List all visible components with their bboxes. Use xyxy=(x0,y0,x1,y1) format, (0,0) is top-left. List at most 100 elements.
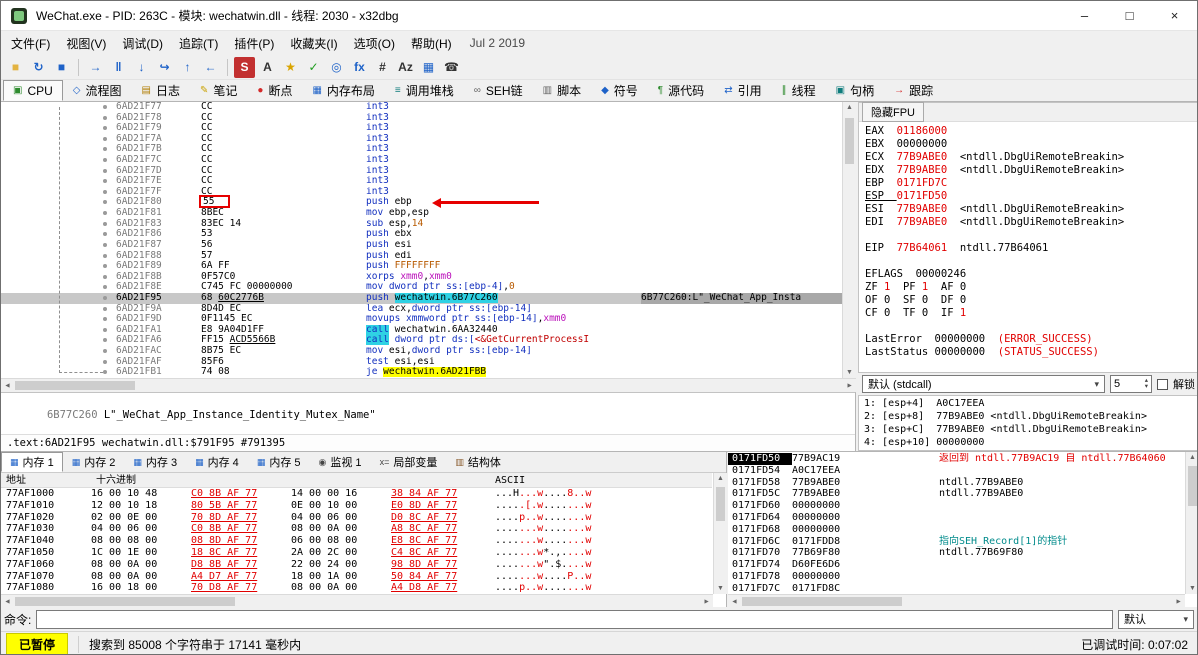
scylla-icon[interactable]: S xyxy=(234,56,255,78)
stack-row[interactable]: 0171FD60 00000000 xyxy=(728,500,1185,512)
stop-icon[interactable]: ■ xyxy=(51,57,72,78)
dump-row[interactable]: 77AF1050 1C 00 1E 00 18 8C AF 77 2A 00 2C 0… xyxy=(1,547,712,559)
disasm-horizontal-scrollbar[interactable] xyxy=(1,378,856,392)
unlock-checkbox[interactable] xyxy=(1157,378,1168,390)
tab-references[interactable]: ⇄ 引用 xyxy=(714,80,771,101)
stack-row[interactable]: 0171FD74 D60FE6D6 xyxy=(728,559,1185,571)
scrollbar-thumb[interactable] xyxy=(845,118,854,164)
dump-row[interactable]: 77AF1000 16 00 10 48 C0 8B AF 77 14 00 00 1… xyxy=(1,488,712,500)
scrollbar-thumb[interactable] xyxy=(15,597,235,606)
memory-map-icon[interactable]: ◎ xyxy=(326,57,347,78)
dump-row[interactable]: 77AF1030 04 00 06 00 C0 8B AF 77 08 00 0A 0… xyxy=(1,523,712,535)
tab-call-stack[interactable]: ≡ 调用堆栈 xyxy=(385,80,464,101)
argument-count-spinner[interactable]: 5 xyxy=(1110,375,1152,393)
patches-icon[interactable]: ✓ xyxy=(303,57,324,78)
register-row[interactable] xyxy=(865,255,1192,268)
hide-fpu-button[interactable]: 隐藏FPU xyxy=(862,102,924,122)
command-input[interactable] xyxy=(36,609,1113,629)
register-row[interactable]: ESI 77B9ABE0 <ntdll.DbgUiRemoteBreakin> xyxy=(865,203,1192,216)
stack-vertical-scrollbar[interactable] xyxy=(1185,452,1197,594)
step-over-icon[interactable]: ↪ xyxy=(154,57,175,78)
register-row[interactable]: EDX 77B9ABE0 <ntdll.DbgUiRemoteBreakin> xyxy=(865,164,1192,177)
register-row[interactable]: LastError 00000000 (ERROR_SUCCESS) xyxy=(865,333,1192,346)
pause-icon[interactable]: ‖ xyxy=(108,57,129,78)
register-row[interactable] xyxy=(865,229,1192,242)
dump-vertical-scrollbar[interactable] xyxy=(713,473,727,594)
dump-row[interactable]: 77AF1070 08 00 0A 00 A4 D7 AF 77 18 00 1A 0… xyxy=(1,571,712,583)
minimize-button[interactable]: – xyxy=(1062,1,1107,30)
tab-script[interactable]: ▥ 脚本 xyxy=(533,80,591,101)
stack-row[interactable]: 0171FD78 00000000 xyxy=(728,571,1185,583)
register-row[interactable]: OF 0 SF 0 DF 0 xyxy=(865,294,1192,307)
tab-memory-map[interactable]: ▦ 内存布局 xyxy=(302,80,384,101)
tab-threads[interactable]: ∥ 线程 xyxy=(772,80,826,101)
tab-notes[interactable]: ✎ 笔记 xyxy=(190,80,247,101)
step-back-icon[interactable]: ← xyxy=(200,57,221,78)
favourites-icon[interactable]: ★ xyxy=(280,57,301,78)
register-row[interactable]: EDI 77B9ABE0 <ntdll.DbgUiRemoteBreakin> xyxy=(865,216,1192,229)
register-row[interactable]: ZF 1 PF 1 AF 0 xyxy=(865,281,1192,294)
open-file-icon[interactable]: ■ xyxy=(5,57,26,78)
menu-item-t[interactable]: 追踪(T) xyxy=(171,32,226,55)
dump-row[interactable]: 77AF1080 16 00 18 00 70 D8 AF 77 08 00 0A 0… xyxy=(1,582,712,594)
register-row[interactable]: LastStatus 00000000 (STATUS_SUCCESS) xyxy=(865,346,1192,359)
graph-icon[interactable]: fx xyxy=(349,57,370,78)
register-row[interactable]: CF 0 TF 0 IF 1 xyxy=(865,307,1192,320)
stack-row[interactable]: 0171FD7C 0171FD8C xyxy=(728,583,1185,594)
report-bug-icon[interactable]: ☎ xyxy=(441,57,462,78)
menu-item-f[interactable]: 文件(F) xyxy=(3,32,58,55)
tab-trace[interactable]: → 跟踪 xyxy=(884,80,943,101)
dump-row[interactable]: 77AF1010 12 00 10 18 80 5B AF 77 0E 00 10 0… xyxy=(1,500,712,512)
tab-watch-1[interactable]: ◉ 监视 1 xyxy=(310,452,371,472)
menu-item-o[interactable]: 选项(O) xyxy=(346,32,403,55)
calling-convention-select[interactable]: 默认 (stdcall) ▾ xyxy=(862,375,1105,393)
stack-row[interactable]: 0171FD70 77B69F80 ntdll.77B69F80 xyxy=(728,547,1185,559)
stack-row[interactable]: 0171FD6C 0171FDD8 指向SEH_Record[1]的指针 xyxy=(728,536,1185,548)
tab-graph[interactable]: ◇ 流程图 xyxy=(63,80,132,101)
dump-row[interactable]: 77AF1040 08 00 08 00 08 8D AF 77 06 00 08 0… xyxy=(1,535,712,547)
menu-item-h[interactable]: 帮助(H) xyxy=(403,32,460,55)
tab-memory-3[interactable]: ▦ 内存 3 xyxy=(124,452,186,472)
restart-icon[interactable]: ↻ xyxy=(28,57,49,78)
step-into-icon[interactable]: ↓ xyxy=(131,57,152,78)
dump-horizontal-scrollbar[interactable] xyxy=(1,594,713,608)
scrollbar-thumb[interactable] xyxy=(15,381,135,390)
scrollbar-thumb[interactable] xyxy=(1188,466,1197,506)
argument-row[interactable]: 3: [esp+C] 77B9ABE0 <ntdll.DbgUiRemoteBr… xyxy=(864,423,1193,436)
tab-struct[interactable]: ▥ 结构体 xyxy=(446,452,510,472)
menu-item-i[interactable]: 收藏夹(I) xyxy=(282,32,345,55)
attach-icon[interactable]: A xyxy=(257,57,278,78)
disasm-row[interactable]: 6AD21F95 68 60C2776B push wechatwin.6B77C2… xyxy=(1,292,842,304)
maximize-button[interactable]: □ xyxy=(1107,1,1152,30)
tab-memory-1[interactable]: ▦ 内存 1 xyxy=(1,452,63,472)
stack-row[interactable]: 0171FD64 00000000 xyxy=(728,512,1185,524)
disasm-row[interactable]: 6AD21FB1 74 08 je wechatwin.6AD21FBB xyxy=(1,366,842,378)
register-row[interactable] xyxy=(865,359,1192,372)
hash-icon[interactable]: # xyxy=(372,57,393,78)
calculator-icon[interactable]: ▦ xyxy=(418,57,439,78)
menu-item-p[interactable]: 插件(P) xyxy=(226,32,282,55)
tab-memory-5[interactable]: ▦ 内存 5 xyxy=(248,452,310,472)
tab-memory-2[interactable]: ▦ 内存 2 xyxy=(63,452,125,472)
stack-row[interactable]: 0171FD68 00000000 xyxy=(728,524,1185,536)
close-button[interactable]: × xyxy=(1152,1,1197,30)
menu-item-v[interactable]: 视图(V) xyxy=(58,32,114,55)
command-mode-select[interactable]: 默认 ▾ xyxy=(1118,609,1194,629)
argument-row[interactable]: 4: [esp+10] 00000000 xyxy=(864,436,1193,449)
strings-icon[interactable]: Az xyxy=(395,57,416,78)
tab-memory-4[interactable]: ▦ 内存 4 xyxy=(186,452,248,472)
register-row[interactable]: EAX 01186000 xyxy=(865,125,1192,138)
tab-locals[interactable]: x= 局部变量 xyxy=(371,452,447,472)
dump-row[interactable]: 77AF1020 02 00 0E 00 70 8D AF 77 04 00 06 0… xyxy=(1,512,712,524)
stack-row[interactable]: 0171FD5C 77B9ABE0 ntdll.77B9ABE0 xyxy=(728,488,1185,500)
argument-row[interactable]: 2: [esp+8] 77B9ABE0 <ntdll.DbgUiRemoteBr… xyxy=(864,410,1193,423)
register-row[interactable]: EBP 0171FD7C xyxy=(865,177,1192,190)
stack-row[interactable]: 0171FD54 A0C17EEA xyxy=(728,465,1185,477)
scrollbar-thumb[interactable] xyxy=(742,597,902,606)
tab-handles[interactable]: ▣ 句柄 xyxy=(826,80,884,101)
stack-horizontal-scrollbar[interactable] xyxy=(728,594,1185,608)
register-row[interactable]: ESP 0171FD50 xyxy=(865,190,1192,203)
register-row[interactable]: EBX 00000000 xyxy=(865,138,1192,151)
register-row[interactable]: EIP 77B64061 ntdll.77B64061 xyxy=(865,242,1192,255)
argument-row[interactable]: 1: [esp+4] A0C17EEA xyxy=(864,397,1193,410)
